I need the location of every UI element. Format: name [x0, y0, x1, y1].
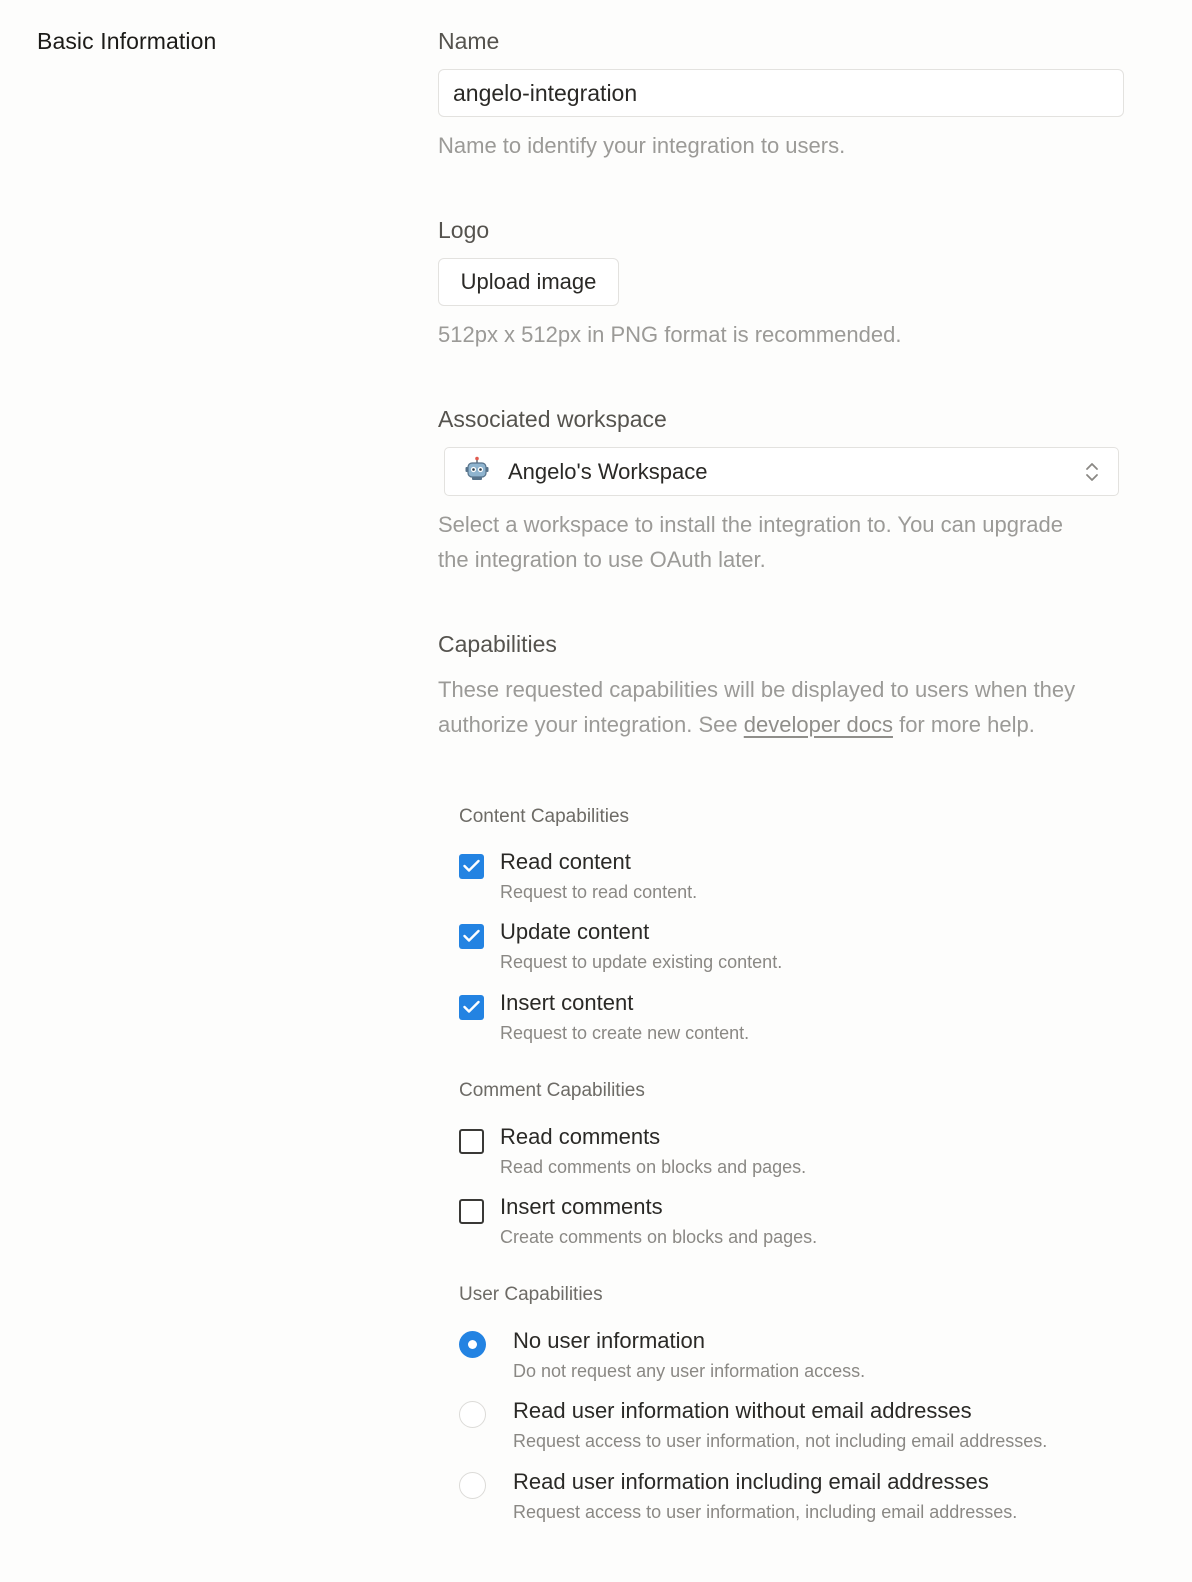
capability-description: Read comments on blocks and pages. [500, 1157, 807, 1177]
read-content-checkbox[interactable] [459, 854, 484, 879]
name-input[interactable] [438, 69, 1124, 117]
capability-description: Request to read content. [500, 882, 698, 902]
capability-label: Read user information without email addr… [513, 1398, 972, 1423]
name-label: Name [438, 28, 500, 54]
upload-image-button[interactable]: Upload image [438, 258, 619, 306]
read-user-info-without-email-radio[interactable] [459, 1401, 486, 1428]
workspace-select[interactable]: Angelo's Workspace [444, 447, 1119, 496]
capability-description: Create comments on blocks and pages. [500, 1227, 818, 1247]
no-user-information-radio[interactable] [459, 1331, 486, 1358]
capability-no-user-information[interactable]: No user information Do not request any u… [459, 1328, 1119, 1388]
capability-read-comments[interactable]: Read comments Read comments on blocks an… [459, 1124, 1119, 1184]
insert-content-checkbox[interactable] [459, 995, 484, 1020]
logo-help: 512px x 512px in PNG format is recommend… [438, 322, 902, 347]
developer-docs-link[interactable]: developer docs [744, 712, 893, 737]
capability-read-content[interactable]: Read content Request to read content. [459, 849, 1119, 909]
workspace-help: Select a workspace to install the integr… [438, 512, 1063, 572]
capability-label: Insert content [500, 990, 634, 1015]
capability-label: Update content [500, 919, 650, 944]
user-capabilities-title: User Capabilities [459, 1284, 603, 1305]
capability-description: Request access to user information, incl… [513, 1502, 1018, 1522]
capability-description: Request to create new content. [500, 1023, 750, 1043]
capability-label: No user information [513, 1328, 705, 1353]
capability-read-user-info-without-email[interactable]: Read user information without email addr… [459, 1398, 1119, 1458]
name-help: Name to identify your integration to use… [438, 133, 846, 158]
comment-capabilities-title: Comment Capabilities [459, 1080, 645, 1101]
read-user-info-with-email-radio[interactable] [459, 1472, 486, 1499]
insert-comments-checkbox[interactable] [459, 1199, 484, 1224]
capability-label: Read comments [500, 1124, 661, 1149]
workspace-label: Associated workspace [438, 406, 667, 432]
update-content-checkbox[interactable] [459, 924, 484, 949]
capability-insert-comments[interactable]: Insert comments Create comments on block… [459, 1194, 1119, 1254]
content-capabilities-title: Content Capabilities [459, 806, 630, 827]
capability-label: Insert comments [500, 1194, 663, 1219]
capability-label: Read content [500, 849, 631, 874]
capability-update-content[interactable]: Update content Request to update existin… [459, 919, 1119, 979]
capabilities-help: These requested capabilities will be dis… [438, 677, 1076, 737]
capability-insert-content[interactable]: Insert content Request to create new con… [459, 990, 1119, 1050]
read-comments-checkbox[interactable] [459, 1129, 484, 1154]
capability-description: Request access to user information, not … [513, 1431, 1048, 1451]
logo-label: Logo [438, 217, 490, 243]
capabilities-label: Capabilities [438, 631, 557, 657]
capability-description: Request to update existing content. [500, 952, 783, 972]
capability-description: Do not request any user information acce… [513, 1361, 866, 1381]
section-title: Basic Information [37, 28, 217, 54]
robot-icon [445, 456, 490, 487]
capability-read-user-info-with-email[interactable]: Read user information including email ad… [459, 1469, 1119, 1529]
workspace-select-value: Angelo's Workspace [508, 458, 708, 484]
capability-label: Read user information including email ad… [513, 1469, 989, 1494]
